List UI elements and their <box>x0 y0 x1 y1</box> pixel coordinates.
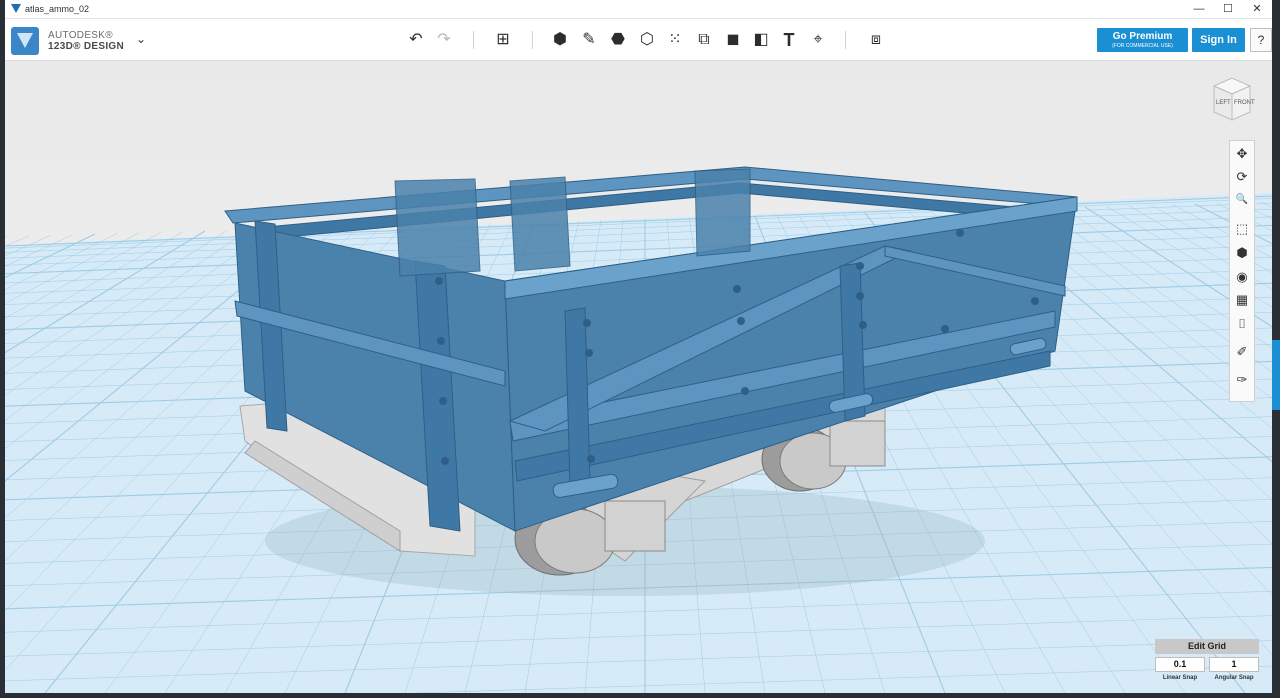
undo-icon[interactable]: ↶ <box>405 29 427 51</box>
main-toolbar: AUTODESK® 123D® DESIGN ⌄ ↶ ↷ ⊞ ⬢ ✎ ⬣ ⬡ ⁙… <box>5 19 1272 61</box>
pattern-icon[interactable]: ⁙ <box>664 29 686 51</box>
chevron-down-icon[interactable]: ⌄ <box>136 32 146 46</box>
fit-icon[interactable]: ⬚ <box>1232 219 1252 239</box>
primitives-icon[interactable]: ⬢ <box>549 29 571 51</box>
edit-grid-button[interactable]: Edit Grid <box>1155 639 1259 654</box>
maximize-button[interactable]: ☐ <box>1216 2 1240 16</box>
go-premium-label: Go Premium <box>1112 31 1173 42</box>
show-icon[interactable]: ✐ <box>1232 342 1252 362</box>
angular-snap-label: Angular Snap <box>1214 675 1254 681</box>
window-title: atlas_ammo_02 <box>25 4 90 14</box>
desktop-window: atlas_ammo_02 — ☐ ✕ AUTODESK® 123D® DESI… <box>0 0 1280 698</box>
3d-viewport[interactable]: LEFT FRONT ✥ ⟳ 🔍 ⬚ ⬢ ◉ ▦ ⌷ ✐ ✑ Edit Grid… <box>5 61 1272 693</box>
title-bar: atlas_ammo_02 — ☐ ✕ <box>5 0 1272 19</box>
angular-snap-input[interactable]: 1 <box>1209 657 1259 672</box>
visibility-icon[interactable]: ◉ <box>1232 267 1252 287</box>
minimize-button[interactable]: — <box>1187 2 1211 16</box>
toolbar-divider <box>532 31 533 49</box>
text-icon[interactable]: T <box>778 29 800 51</box>
app-logo[interactable] <box>11 27 39 55</box>
transform-icon[interactable]: ⊞ <box>492 29 514 51</box>
hide-icon[interactable]: ✑ <box>1232 370 1252 390</box>
sign-in-button[interactable]: Sign In <box>1192 28 1245 52</box>
construct-icon[interactable]: ⬣ <box>607 29 629 51</box>
navigation-bar: ✥ ⟳ 🔍 ⬚ ⬢ ◉ ▦ ⌷ ✐ ✑ <box>1229 140 1255 402</box>
toolbar-divider <box>845 31 846 49</box>
pan-icon[interactable]: ✥ <box>1232 144 1252 164</box>
app-icon <box>11 4 21 13</box>
linear-snap-input[interactable]: 0.1 <box>1155 657 1205 672</box>
modify-icon[interactable]: ⬡ <box>636 29 658 51</box>
scene-canvas <box>5 61 1272 693</box>
sketch-icon[interactable]: ✎ <box>578 29 600 51</box>
go-premium-button[interactable]: Go Premium (FOR COMMERCIAL USE) <box>1097 28 1188 52</box>
toolbar-divider <box>473 31 474 49</box>
orbit-icon[interactable]: ⟳ <box>1232 167 1252 187</box>
app-window: atlas_ammo_02 — ☐ ✕ AUTODESK® 123D® DESI… <box>5 0 1272 693</box>
combine-icon[interactable]: ◼ <box>722 29 744 51</box>
go-premium-sublabel: (FOR COMMERCIAL USE) <box>1112 43 1173 49</box>
linear-snap-label: Linear Snap <box>1162 675 1198 681</box>
material-icon[interactable]: ⧈ <box>865 29 887 51</box>
brand-product: 123D® DESIGN <box>48 41 124 52</box>
views-icon[interactable]: ⬢ <box>1232 243 1252 263</box>
close-button[interactable]: ✕ <box>1245 2 1269 16</box>
brand-company: AUTODESK® <box>48 30 113 41</box>
viewcube-front-label: FRONT <box>1234 100 1255 106</box>
materials-icon[interactable]: ▦ <box>1232 290 1252 310</box>
side-panel-tab[interactable] <box>1272 340 1280 410</box>
redo-icon[interactable]: ↷ <box>433 29 455 51</box>
snap-icon[interactable]: ⌖ <box>807 29 829 51</box>
zoom-icon[interactable]: 🔍 <box>1232 190 1252 210</box>
help-button[interactable]: ? <box>1250 28 1272 52</box>
measure-icon[interactable]: ◧ <box>750 29 772 51</box>
grouping-icon[interactable]: ⧉ <box>693 29 715 51</box>
camera-icon[interactable]: ⌷ <box>1232 314 1252 334</box>
viewcube-left-label: LEFT <box>1216 100 1231 106</box>
view-cube[interactable]: LEFT FRONT <box>1208 76 1256 124</box>
